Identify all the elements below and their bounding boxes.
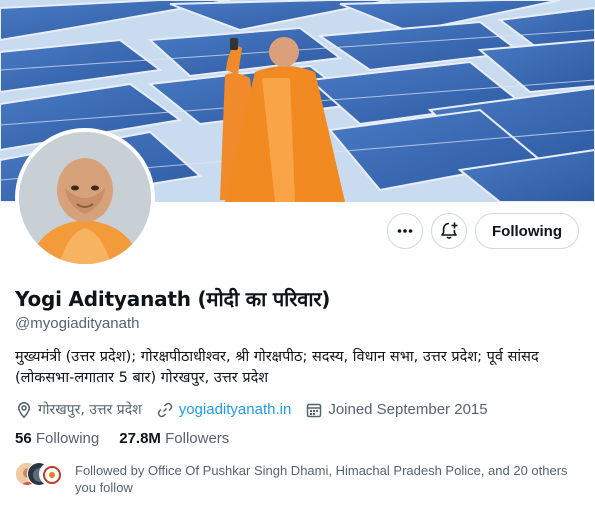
bell-plus-icon: [441, 222, 458, 239]
joined-text: Joined September 2015: [328, 401, 488, 418]
bio-line: मुख्यमंत्री (उत्तर प्रदेश); गोरक्षपीठाधी…: [15, 349, 539, 365]
more-button[interactable]: [387, 213, 424, 249]
joined-item: Joined September 2015: [305, 401, 488, 419]
follower-avatars: [15, 462, 63, 486]
profile-avatar[interactable]: [15, 128, 155, 268]
profile-handle: @myogiadityanath: [15, 315, 140, 332]
profile-info: Yogi Adityanath (मोदी का परिवार) @myogia…: [15, 286, 585, 447]
profile-name: Yogi Adityanath (मोदी का परिवार): [15, 287, 331, 311]
profile-bio: मुख्यमंत्री (उत्तर प्रदेश); गोरक्षपीठाधी…: [15, 347, 585, 389]
calendar-icon: [307, 403, 322, 417]
link-icon: [157, 402, 172, 417]
notifications-button[interactable]: [431, 213, 468, 249]
location-item: गोरखपुर, उत्तर प्रदेश: [15, 400, 142, 419]
more-horizontal-icon: [397, 229, 413, 233]
followers-label: Followers: [165, 430, 230, 447]
following-count: 56: [15, 430, 32, 447]
follow-counts: 56 Following 27.8M Followers: [15, 430, 585, 447]
location-text: गोरखपुर, उत्तर प्रदेश: [38, 402, 142, 418]
website-link[interactable]: yogiadityanath.in: [179, 401, 292, 418]
website-item: yogiadityanath.in: [156, 401, 292, 419]
profile-actions: Following: [387, 213, 579, 249]
following-button[interactable]: Following: [475, 213, 579, 249]
followers-count-link[interactable]: 27.8M Followers: [119, 430, 229, 447]
followed-by-row[interactable]: Followed by Office Of Pushkar Singh Dham…: [15, 462, 585, 496]
follower-avatar: [39, 462, 63, 486]
followers-count: 27.8M: [119, 430, 161, 447]
bio-line: (लोकसभा-लगातार 5 बार) गोरखपुर, उत्तर प्र…: [15, 370, 269, 386]
avatar-image: [19, 132, 151, 264]
profile-meta: गोरखपुर, उत्तर प्रदेश yogiadityanath.in …: [15, 400, 585, 419]
following-count-link[interactable]: 56 Following: [15, 430, 99, 447]
location-pin-icon: [18, 401, 30, 418]
followed-by-text: Followed by Office Of Pushkar Singh Dham…: [75, 463, 568, 495]
following-label: Following: [35, 430, 100, 447]
